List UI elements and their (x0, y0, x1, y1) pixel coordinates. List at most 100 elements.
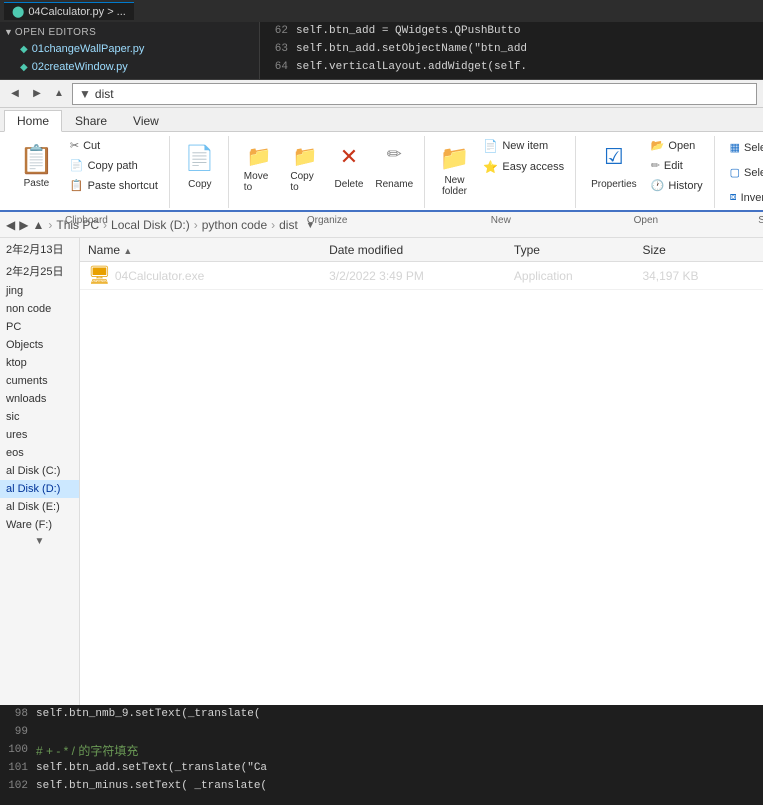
top-code-editor: ⬤ 04Calculator.py > ... ▼ OPEN EDITORS ◆… (0, 0, 763, 80)
copy-to-button[interactable]: 📁 Copy to (283, 136, 327, 194)
forward-button[interactable]: ▶ (28, 85, 46, 103)
code-line: 63self.btn_add.setObjectName("btn_add (260, 40, 763, 58)
cut-icon: ✂ (70, 139, 79, 152)
paste-shortcut-button[interactable]: 📋 Paste shortcut (65, 176, 163, 195)
select-group: ▦ Select all ▢ Select none ⧈ Invert sele… (717, 136, 763, 208)
copy-path-icon: 📄 (70, 159, 84, 172)
select-group-label: Select (717, 215, 763, 226)
tab-home[interactable]: Home (4, 110, 62, 132)
copy-path-button[interactable]: 📄 Copy path (65, 156, 163, 175)
editor-file-item-2[interactable]: ◆ 02createWindow.py (8, 58, 259, 76)
sidebar-item[interactable]: wnloads (0, 390, 79, 408)
delete-label: Delete (335, 179, 364, 190)
copy-group: 📄 Copy (172, 136, 229, 208)
sidebar-item[interactable]: Objects (0, 336, 79, 354)
tab-share[interactable]: Share (62, 110, 120, 131)
copy-items: 📄 Copy (178, 136, 222, 194)
tab-view[interactable]: View (120, 110, 172, 131)
breadcrumb-sep-3: › (194, 218, 198, 232)
header-size[interactable]: Size (634, 243, 763, 257)
cut-label: Cut (83, 140, 100, 152)
delete-button[interactable]: ✕ Delete (329, 136, 369, 194)
header-date[interactable]: Date modified (321, 243, 506, 257)
back-button[interactable]: ◀ (6, 85, 24, 103)
active-editor-tab[interactable]: ⬤ 04Calculator.py > ... (4, 2, 134, 20)
editor-file-item[interactable]: ◆ 01changeWallPaper.py (8, 40, 259, 58)
sidebar-item[interactable]: 2年2月25日 (0, 260, 79, 282)
history-button[interactable]: 🕐 History (646, 176, 708, 195)
cut-button[interactable]: ✂ Cut (65, 136, 163, 155)
organize-group: 📁 Move to 📁 Copy to ✕ Delete ✏ Rename (231, 136, 425, 208)
py-file-icon: ◆ (20, 44, 28, 55)
select-all-label: Select all (744, 142, 763, 154)
invert-selection-button[interactable]: ⧈ Invert selection (723, 186, 763, 209)
rename-button[interactable]: ✏ Rename (371, 136, 418, 194)
sidebar-item[interactable]: al Disk (D:) (0, 480, 79, 498)
rename-label: Rename (375, 179, 413, 190)
header-size-label: Size (642, 243, 665, 257)
sidebar-item[interactable]: PC (0, 318, 79, 336)
file-exe-icon: 🖥 (88, 265, 111, 286)
new-item-button[interactable]: 📄 New item (478, 136, 569, 156)
select-none-button[interactable]: ▢ Select none (723, 161, 763, 184)
table-row[interactable]: 🖥 04Calculator.exe 3/2/2022 3:49 PM Appl… (80, 262, 763, 290)
copy-to-icon: 📁 (293, 144, 318, 169)
select-all-icon: ▦ (730, 141, 740, 154)
header-name-label: Name (88, 243, 120, 257)
sidebar-scroll-down[interactable]: ▼ (0, 534, 79, 548)
sidebar-item[interactable]: al Disk (C:) (0, 462, 79, 480)
header-date-label: Date modified (329, 243, 403, 257)
edit-label: Edit (664, 160, 683, 172)
open-button[interactable]: 📂 Open (646, 136, 708, 155)
active-tab-label: 04Calculator.py > ... (28, 6, 126, 18)
properties-button[interactable]: ☑ Properties (584, 136, 644, 194)
paste-button[interactable]: 📋 Paste (10, 136, 63, 196)
sidebar-item[interactable]: ktop (0, 354, 79, 372)
clipboard-items: 📋 Paste ✂ Cut 📄 Copy path 📋 Paste (10, 136, 163, 196)
sidebar-item[interactable]: sic (0, 408, 79, 426)
address-bar: ◀ ▶ ▲ ▼ dist (0, 80, 763, 108)
paste-icon: 📋 (19, 143, 54, 176)
header-type[interactable]: Type (506, 243, 635, 257)
address-path-text: dist (95, 87, 114, 101)
sidebar-item[interactable]: cuments (0, 372, 79, 390)
new-folder-icon: 📁 (440, 144, 470, 173)
open-small-btns: 📂 Open ✏ Edit 🕐 History (646, 136, 708, 195)
path-arrow: ▼ (79, 87, 91, 101)
sidebar-item[interactable]: ures (0, 426, 79, 444)
file-name: 04Calculator.exe (115, 269, 204, 283)
main-content: 2年2月13日2年2月25日jingnon codePCObjectsktopc… (0, 238, 763, 705)
select-none-icon: ▢ (730, 166, 740, 179)
sidebar-item[interactable]: Ware (F:) (0, 516, 79, 534)
header-type-label: Type (514, 243, 540, 257)
organize-items: 📁 Move to 📁 Copy to ✕ Delete ✏ Rename (237, 136, 418, 194)
sidebar-item[interactable]: 2年2月13日 (0, 238, 79, 260)
sidebar-item[interactable]: jing (0, 282, 79, 300)
edit-icon: ✏ (651, 159, 660, 172)
sidebar-item[interactable]: eos (0, 444, 79, 462)
file-explorer: ◀ ▶ ▲ ▼ dist Home Share View 📋 Paste (0, 80, 763, 705)
bottom-code-editor: 98self.btn_nmb_9.setText(_translate(9910… (0, 705, 763, 805)
new-folder-button[interactable]: 📁 New folder (433, 136, 477, 194)
sidebar-item[interactable]: non code (0, 300, 79, 318)
file-list: Name ▲ Date modified Type Size 🖥 04Calcu… (80, 238, 763, 705)
move-to-button[interactable]: 📁 Move to (237, 136, 282, 194)
sidebar-item[interactable]: al Disk (E:) (0, 498, 79, 516)
code-line: 101self.btn_add.setText(_translate("Ca (0, 759, 763, 777)
clipboard-small-btns: ✂ Cut 📄 Copy path 📋 Paste shortcut (65, 136, 163, 195)
address-path-input[interactable]: ▼ dist (72, 83, 757, 105)
open-editors-section: ▼ OPEN EDITORS (0, 24, 259, 40)
copy-button[interactable]: 📄 Copy (178, 136, 222, 194)
move-to-label: Move to (244, 171, 275, 193)
history-icon: 🕐 (651, 179, 665, 192)
code-line: 62self.btn_add = QWidgets.QPushButto (260, 22, 763, 40)
up-button[interactable]: ▲ (50, 85, 68, 103)
header-name[interactable]: Name ▲ (80, 243, 321, 257)
select-all-button[interactable]: ▦ Select all (723, 136, 763, 159)
easy-access-button[interactable]: ⭐ Easy access (478, 157, 569, 177)
properties-label: Properties (591, 179, 637, 190)
open-editors-list: ◆ 01changeWallPaper.py ◆ 02createWindow.… (0, 40, 259, 76)
edit-button[interactable]: ✏ Edit (646, 156, 708, 175)
file-size: 34,197 KB (634, 269, 763, 283)
open-editors-label: OPEN EDITORS (15, 27, 96, 38)
